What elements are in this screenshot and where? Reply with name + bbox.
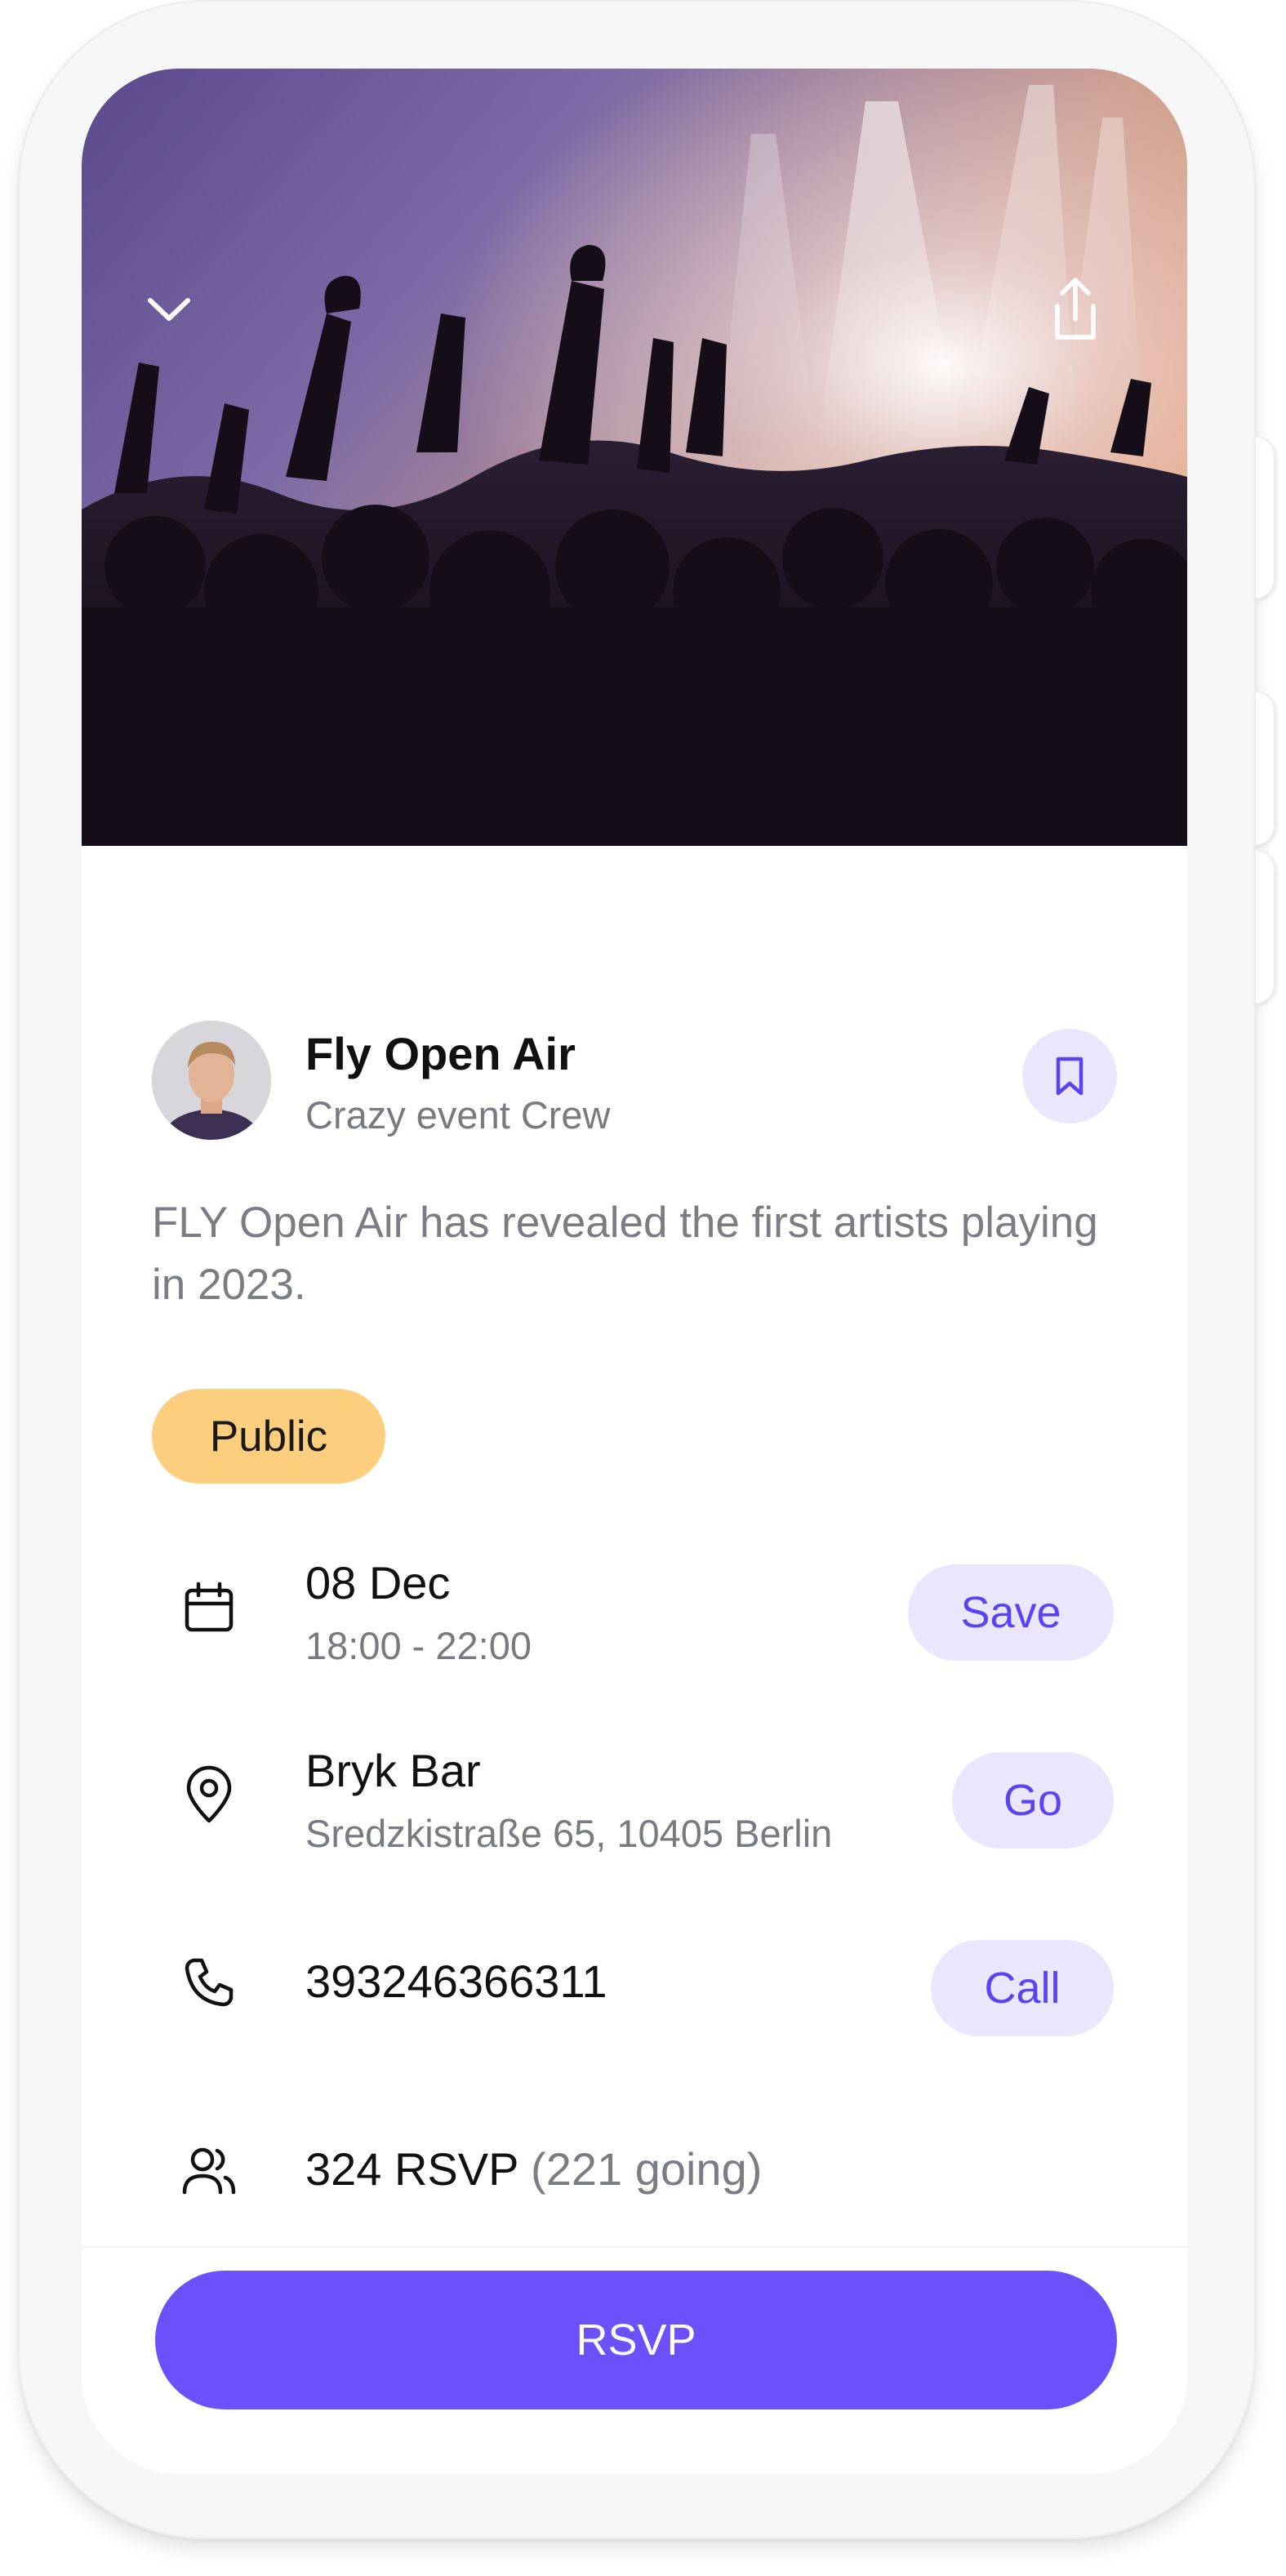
share-button[interactable] <box>1030 265 1120 354</box>
call-button[interactable]: Call <box>931 1940 1114 2036</box>
organizer-name: Fly Open Air <box>305 1028 576 1079</box>
venue-name: Bryk Bar <box>305 1745 481 1796</box>
users-icon <box>178 2139 240 2201</box>
bookmark-button[interactable] <box>1022 1029 1117 1123</box>
save-date-button[interactable]: Save <box>908 1564 1114 1661</box>
event-description: FLY Open Air has revealed the first arti… <box>152 1199 1098 1309</box>
visibility-badge: Public <box>152 1389 385 1484</box>
map-pin-icon <box>178 1764 240 1826</box>
venue-address: Sredzkistraße 65, 10405 Berlin <box>305 1812 833 1855</box>
rsvp-summary: 324 RSVP (221 going) <box>305 2142 762 2196</box>
event-time: 18:00 - 22:00 <box>305 1624 532 1667</box>
event-date: 08 Dec <box>305 1557 451 1608</box>
phone-screen: Fly Open Air Crazy event Crew FLY Open A… <box>82 69 1187 2474</box>
collapse-button[interactable] <box>124 265 214 354</box>
bookmark-icon <box>1056 1057 1084 1096</box>
calendar-icon <box>178 1577 240 1639</box>
side-button-volume-up <box>1254 691 1275 846</box>
organizer-crew: Crazy event Crew <box>305 1093 611 1137</box>
contact-phone: 393246366311 <box>305 1955 607 2007</box>
event-hero-image <box>82 69 1187 846</box>
directions-button[interactable]: Go <box>952 1752 1114 1849</box>
bottom-action-bar: RSVP <box>82 2246 1187 2474</box>
chevron-down-icon <box>148 298 190 321</box>
rsvp-button[interactable]: RSVP <box>155 2271 1117 2409</box>
share-icon <box>1055 278 1096 340</box>
rsvp-count: 324 RSVP <box>305 2143 518 2195</box>
phone-icon <box>178 1951 240 2013</box>
organizer-avatar[interactable] <box>152 1021 271 1140</box>
side-button-power <box>1254 436 1275 599</box>
rsvp-going: (221 going) <box>531 2143 763 2195</box>
event-details-panel: Fly Open Air Crazy event Crew FLY Open A… <box>82 846 1187 2246</box>
side-button-volume-down <box>1254 849 1275 1004</box>
